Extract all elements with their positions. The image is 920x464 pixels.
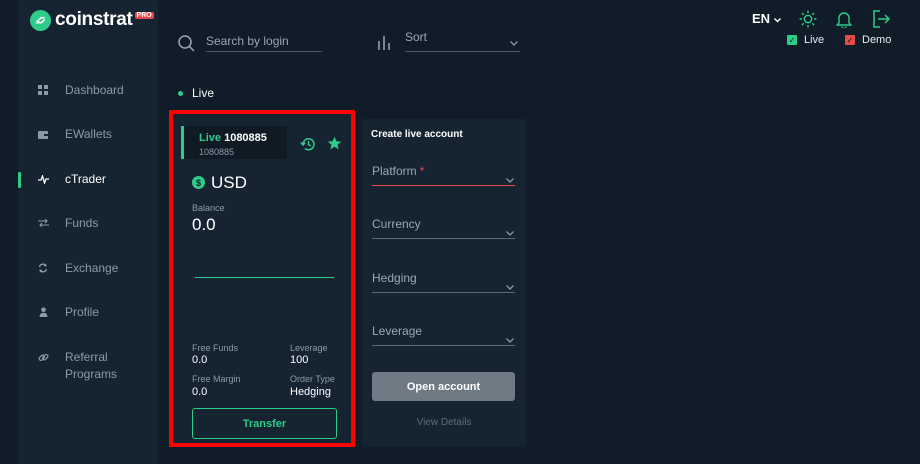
- view-details-link[interactable]: View Details: [362, 417, 526, 428]
- account-title: Live 1080885: [199, 132, 267, 144]
- leverage-label: Leverage: [290, 343, 328, 353]
- bar-chart-icon: [377, 35, 392, 55]
- language-selector[interactable]: EN: [752, 11, 781, 26]
- sidebar: coinstrat PRO Dashboard EWallets cTrader…: [18, 0, 158, 464]
- balance-value: 0.0: [192, 215, 216, 234]
- free-funds-value: 0.0: [192, 354, 208, 366]
- section-title: Live: [192, 86, 215, 100]
- order-type-label: Order Type: [290, 374, 335, 384]
- platform-select[interactable]: Platform *: [372, 164, 515, 186]
- sidebar-item-label: EWallets: [65, 127, 112, 141]
- search-input[interactable]: [206, 30, 322, 52]
- required-marker: *: [419, 164, 425, 178]
- legend-demo-label: Demo: [862, 34, 892, 46]
- star-icon[interactable]: [327, 136, 342, 156]
- sort-label: Sort: [405, 30, 428, 44]
- wallet-icon: [37, 128, 49, 140]
- sidebar-item-label-line1: Referral: [65, 350, 108, 364]
- pulse-icon: [37, 173, 49, 185]
- person-icon: [37, 306, 49, 318]
- link-icon: [37, 351, 49, 363]
- free-margin-value: 0.0: [192, 386, 208, 398]
- account-login: 1080885: [199, 147, 235, 157]
- active-indicator: [18, 172, 21, 188]
- sidebar-item-label: cTrader: [65, 172, 106, 186]
- open-account-button[interactable]: Open account: [372, 372, 515, 401]
- account-number: 1080885: [224, 132, 267, 144]
- arrows-icon: [37, 217, 49, 229]
- chevron-down-icon: [510, 35, 518, 49]
- chevron-down-icon: [506, 332, 514, 346]
- free-margin-label: Free Margin: [192, 374, 241, 384]
- sidebar-item-label: Referral Programs: [65, 349, 117, 383]
- chevron-down-icon: [506, 225, 514, 239]
- balance-label: Balance: [192, 203, 225, 213]
- currency-select[interactable]: Currency: [372, 217, 515, 239]
- order-type-value: Hedging: [290, 386, 331, 398]
- chevron-down-icon: [506, 279, 514, 293]
- account-currency: USD: [211, 173, 247, 192]
- currency-label: Currency: [372, 217, 421, 231]
- sidebar-item-label: Exchange: [65, 261, 119, 275]
- pro-badge: PRO: [134, 12, 154, 19]
- sun-icon[interactable]: [799, 10, 817, 33]
- sort-dropdown[interactable]: Sort: [405, 30, 520, 52]
- checkbox-demo[interactable]: ✓: [845, 35, 855, 45]
- search-icon[interactable]: [178, 35, 195, 57]
- balance-sparkline: [195, 277, 334, 278]
- legend-live[interactable]: ✓ Live: [787, 34, 824, 46]
- legend-demo[interactable]: ✓ Demo: [845, 34, 891, 46]
- account-type: Live: [199, 132, 222, 144]
- legend-live-label: Live: [804, 34, 825, 46]
- refresh-icon: [37, 262, 49, 274]
- account-card[interactable]: Live 1080885 1080885 $ USD Balance 0.0 F…: [169, 110, 355, 447]
- chevron-down-icon: [506, 172, 514, 186]
- currency-icon: $: [192, 176, 205, 189]
- leverage-value: 100: [290, 354, 309, 366]
- logout-icon[interactable]: [873, 10, 891, 33]
- free-funds-label: Free Funds: [192, 343, 239, 353]
- sidebar-item-label: Dashboard: [65, 83, 124, 97]
- section-heading: Live: [178, 86, 214, 100]
- sidebar-item-label: Funds: [65, 216, 99, 230]
- sidebar-item-label-line2: Programs: [65, 367, 118, 381]
- bell-icon[interactable]: [836, 10, 852, 33]
- leverage-field-label: Leverage: [372, 324, 423, 338]
- status-dot: [178, 90, 183, 96]
- leverage-select[interactable]: Leverage: [372, 324, 515, 346]
- hedging-label: Hedging: [372, 271, 417, 285]
- logo-icon: [30, 9, 51, 31]
- account-header: Live 1080885 1080885: [181, 126, 287, 159]
- history-icon[interactable]: [300, 137, 315, 156]
- platform-label: Platform: [372, 164, 417, 178]
- logo-text: coinstrat: [55, 9, 133, 30]
- hedging-select[interactable]: Hedging: [372, 271, 515, 293]
- transfer-button[interactable]: Transfer: [192, 408, 337, 439]
- logo[interactable]: coinstrat PRO: [30, 9, 154, 31]
- create-account-panel: Create live account Platform * Currency H…: [362, 119, 526, 447]
- sidebar-item-label: Profile: [65, 305, 100, 319]
- checkbox-live[interactable]: ✓: [787, 35, 797, 45]
- language-label: EN: [752, 11, 771, 26]
- grid-icon: [37, 84, 49, 96]
- chevron-down-icon: [773, 11, 781, 26]
- create-account-title: Create live account: [371, 129, 463, 140]
